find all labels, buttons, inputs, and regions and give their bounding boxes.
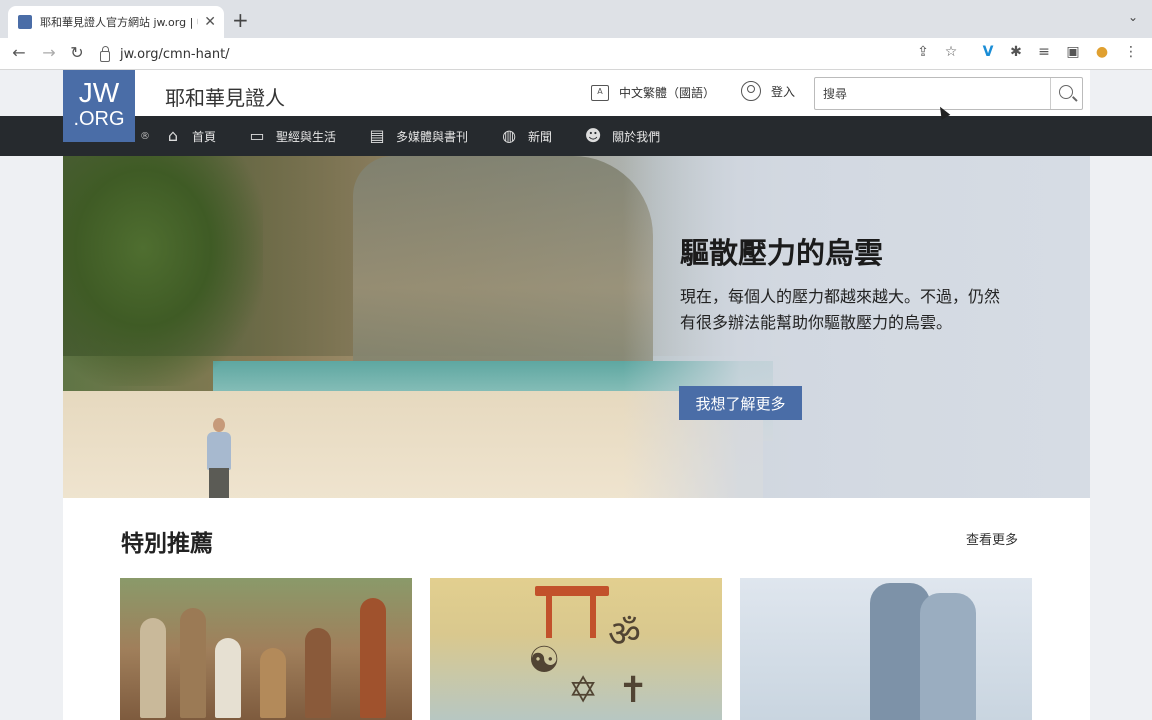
extension-v-icon[interactable]: V — [979, 44, 997, 60]
logo-line2: .ORG — [73, 108, 125, 130]
nav-item-about[interactable]: ☻ 關於我們 — [582, 126, 660, 146]
search-input[interactable] — [815, 78, 1050, 109]
url-text: jw.org/cmn-hant/ — [120, 46, 230, 62]
hero-banner: 驅散壓力的烏雲 現在，每個人的壓力都越來越大。不過，仍然有很多辦法能幫助你驅散壓… — [63, 156, 1090, 498]
new-tab-button[interactable]: + — [232, 8, 249, 32]
featured-card-3[interactable] — [740, 578, 1032, 720]
featured-card-2[interactable]: ॐ ☯ ✡ ✝ — [430, 578, 722, 720]
tab-title: 耶和華見證人官方網站 jw.org | 中文繁體 — [40, 16, 198, 29]
jw-logo[interactable]: JW .ORG — [63, 70, 135, 142]
hero-cliff — [353, 156, 653, 376]
login-link[interactable]: 登入 — [741, 81, 795, 101]
browser-menu-icon[interactable]: ⋮ — [1122, 44, 1140, 60]
cross-icon: ✝ — [618, 670, 649, 711]
nav-label-about: 關於我們 — [612, 129, 661, 144]
forward-button[interactable]: → — [38, 43, 60, 62]
bookmark-star-icon[interactable]: ☆ — [942, 44, 960, 60]
profile-avatar-icon[interactable]: ● — [1093, 44, 1111, 60]
reload-button[interactable]: ↻ — [66, 43, 88, 62]
side-panel-icon[interactable]: ▣ — [1064, 44, 1082, 60]
torii-icon — [535, 586, 609, 596]
nav-item-home[interactable]: ⌂ 首頁 — [162, 126, 216, 146]
hero-walking-man — [203, 418, 235, 498]
om-icon: ॐ — [608, 614, 641, 655]
extensions-puzzle-icon[interactable]: ✱ — [1007, 44, 1025, 60]
woman-silhouette — [920, 593, 976, 720]
logo-line1: JW — [78, 77, 120, 108]
featured-title: 特別推薦 — [121, 531, 213, 557]
featured-card-1[interactable] — [120, 578, 412, 720]
nav-label-media: 多媒體與書刊 — [396, 129, 469, 144]
language-icon: A — [591, 84, 609, 101]
search-icon[interactable] — [1050, 78, 1082, 109]
nav-item-news[interactable]: ◍ 新聞 — [498, 126, 552, 146]
site-name[interactable]: 耶和華見證人 — [165, 82, 285, 111]
search-box — [814, 77, 1083, 110]
hero-palms — [63, 156, 263, 386]
learn-more-button[interactable]: 我想了解更多 — [679, 386, 802, 420]
language-label: 中文繁體（國語） — [619, 86, 716, 100]
hero-title: 驅散壓力的烏雲 — [680, 236, 884, 270]
lock-icon — [100, 45, 110, 62]
hero-text: 現在，每個人的壓力都越來越大。不過，仍然有很多辦法能幫助你驅散壓力的烏雲。 — [680, 287, 1001, 332]
language-selector[interactable]: A 中文繁體（國語） — [591, 84, 715, 101]
nav-items: ® ⌂ 首頁 ▭ 聖經與生活 ▤ 多媒體與書刊 ◍ 新聞 ☻ 關於我們 — [140, 116, 690, 156]
featured-section: 特別推薦 查看更多 ॐ ☯ ✡ ✝ — [63, 498, 1090, 720]
see-more-link[interactable]: 查看更多 — [966, 529, 1018, 548]
nav-item-bible[interactable]: ▭ 聖經與生活 — [246, 126, 336, 146]
globe-icon: ◍ — [502, 126, 517, 145]
user-icon — [741, 81, 761, 101]
jw-site: JW .ORG 耶和華見證人 A 中文繁體（國語） 登入 ® ⌂ 首頁 ▭ 聖經… — [0, 70, 1152, 720]
browser-tab[interactable]: 耶和華見證人官方網站 jw.org | 中文繁體 ✕ — [8, 6, 224, 38]
browser-toolbar: ← → ↻ jw.org/cmn-hant/ ⇪ ☆ V ✱ ≡ ▣ ● ⋮ — [0, 38, 1152, 70]
bible-icon: ▭ — [249, 126, 265, 145]
back-button[interactable]: ← — [8, 43, 30, 62]
yin-yang-icon: ☯ — [528, 640, 561, 681]
home-icon: ⌂ — [167, 126, 179, 145]
nav-label-news: 新聞 — [528, 129, 553, 144]
close-tab-icon[interactable]: ✕ — [204, 14, 216, 30]
favicon-icon — [18, 15, 32, 29]
star-of-david-icon: ✡ — [568, 670, 599, 711]
people-icon: ☻ — [584, 126, 602, 145]
address-bar[interactable]: jw.org/cmn-hant/ — [100, 42, 900, 66]
registered-mark: ® — [140, 130, 150, 142]
main-navbar: ® ⌂ 首頁 ▭ 聖經與生活 ▤ 多媒體與書刊 ◍ 新聞 ☻ 關於我們 — [0, 116, 1152, 156]
login-label: 登入 — [771, 84, 796, 99]
tab-search-icon[interactable]: ⌄ — [1128, 10, 1138, 24]
share-icon[interactable]: ⇪ — [914, 44, 932, 60]
browser-tabstrip: 耶和華見證人官方網站 jw.org | 中文繁體 ✕ + ⌄ — [0, 0, 1152, 38]
nav-label-bible: 聖經與生活 — [276, 129, 337, 144]
nav-label-home: 首頁 — [192, 129, 217, 144]
reading-list-icon[interactable]: ≡ — [1035, 44, 1053, 60]
nav-item-media[interactable]: ▤ 多媒體與書刊 — [366, 126, 468, 146]
media-icon: ▤ — [369, 126, 385, 145]
